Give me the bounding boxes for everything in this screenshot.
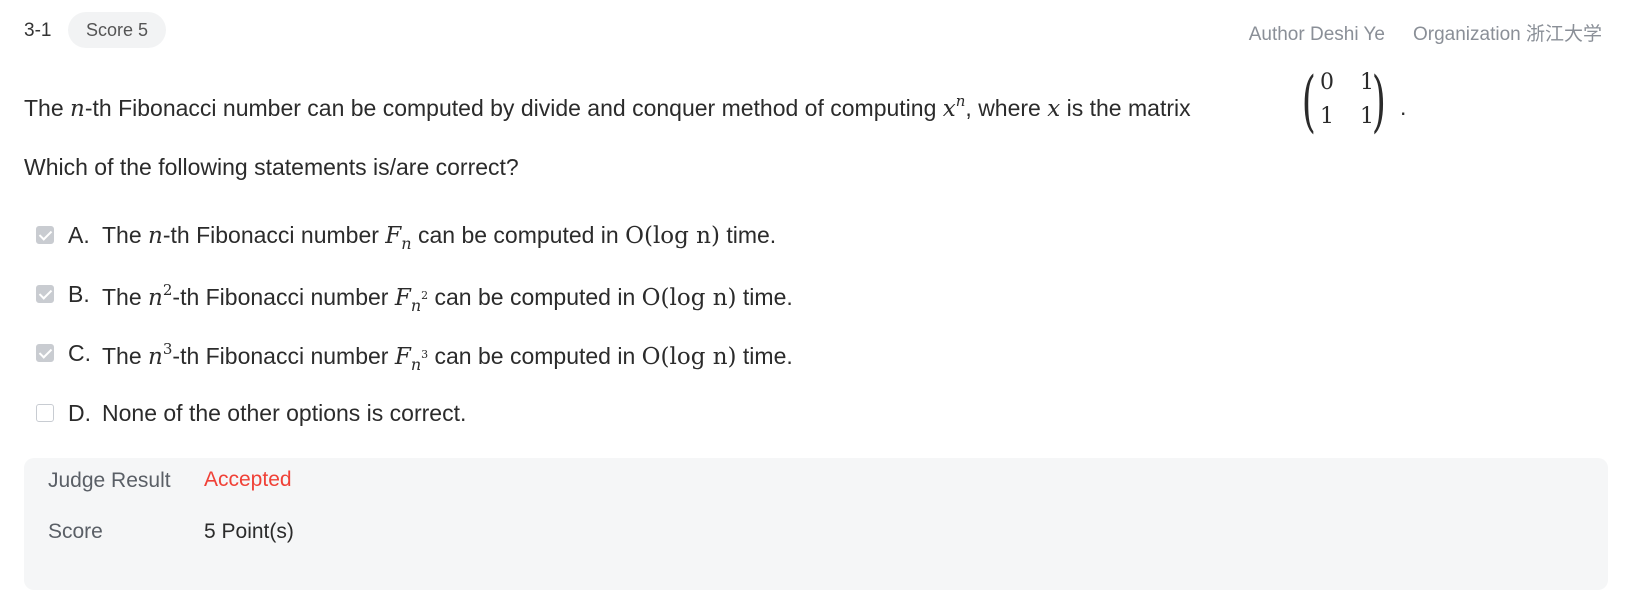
math-subscript: n	[401, 234, 412, 253]
math-var: n	[148, 344, 163, 370]
option-letter: A.	[68, 222, 90, 248]
checkbox-checked-icon[interactable]	[36, 226, 54, 244]
question-header: 3-1 Score 5 Author Deshi Ye Organization …	[24, 12, 1602, 48]
question-meta: Author Deshi Ye Organization 浙江大学	[1221, 19, 1602, 46]
checkbox-unchecked-icon[interactable]	[36, 404, 54, 422]
math-var: F	[385, 223, 402, 249]
right-paren: )	[1372, 63, 1387, 140]
left-paren: (	[1301, 63, 1316, 140]
math-var: n	[70, 96, 85, 122]
math-var: F	[394, 344, 411, 370]
checkbox-checked-icon[interactable]	[36, 344, 54, 362]
stem-part: is the matrix	[1060, 95, 1191, 121]
math-var: x	[1047, 96, 1061, 122]
math-exponent: 2	[162, 281, 173, 299]
text-part: -th Fibonacci number	[172, 343, 395, 369]
option-letter: C.	[68, 340, 91, 366]
fibonacci-matrix: ( 0 1 1 1 )	[1301, 63, 1394, 140]
score-badge: Score 5	[68, 12, 167, 48]
judge-result-label: Judge Result	[48, 469, 171, 492]
math-subscript: n	[410, 296, 422, 315]
math-subscript: n	[410, 355, 422, 374]
judge-result-panel: Judge Result Accepted Score 5 Point(s)	[24, 458, 1608, 590]
question-stem: The n-th Fibonacci number can be compute…	[24, 63, 1584, 140]
math-var: F	[394, 285, 411, 311]
math-var: n	[148, 285, 163, 311]
text-part: can be computed in	[428, 284, 642, 310]
math-complexity: O(log n)	[641, 285, 737, 311]
option-text: The n-th Fibonacci number Fn can be comp…	[102, 222, 776, 253]
score-label: Score	[48, 520, 103, 543]
organization-label: Organization 浙江大学	[1412, 24, 1602, 45]
stem-text: The n-th Fibonacci number can be compute…	[24, 92, 1191, 122]
question-id: 3-1	[24, 20, 52, 41]
math-exponent: 3	[162, 340, 173, 358]
text-part: -th Fibonacci number	[172, 284, 395, 310]
option-letter: B.	[68, 281, 90, 307]
stem-part: , where	[965, 95, 1048, 121]
text-part: time.	[719, 222, 777, 248]
judge-result-value: Accepted	[204, 468, 292, 491]
score-value: 5 Point(s)	[204, 520, 294, 543]
math-complexity: O(log n)	[641, 344, 737, 370]
text-part: can be computed in	[428, 343, 642, 369]
matrix-cell: 0	[1320, 70, 1334, 95]
math-exponent: n	[955, 92, 966, 110]
text-part: can be computed in	[411, 222, 626, 248]
option-letter: D.	[68, 400, 91, 426]
text-part: The	[102, 222, 149, 248]
text-part: The	[102, 343, 149, 369]
math-complexity: O(log n)	[625, 223, 720, 249]
question-prompt: Which of the following statements is/are…	[24, 154, 519, 180]
option-text: The n2-th Fibonacci number Fn2 can be co…	[102, 281, 793, 315]
stem-part: -th Fibonacci number can be computed by …	[84, 95, 943, 121]
option-text: None of the other options is correct.	[102, 400, 467, 426]
text-part: The	[102, 284, 149, 310]
text-part: time.	[736, 343, 793, 369]
matrix-cell: 1	[1320, 104, 1334, 129]
option-text: The n3-th Fibonacci number Fn3 can be co…	[102, 340, 793, 374]
stem-end: .	[1400, 94, 1407, 120]
author-label: Author Deshi Ye	[1248, 24, 1385, 45]
math-var: n	[148, 223, 163, 249]
text-part: time.	[736, 284, 793, 310]
checkbox-checked-icon[interactable]	[36, 285, 54, 303]
text-part: -th Fibonacci number	[162, 222, 386, 248]
stem-part: The	[24, 95, 71, 121]
math-var: x	[942, 96, 956, 122]
